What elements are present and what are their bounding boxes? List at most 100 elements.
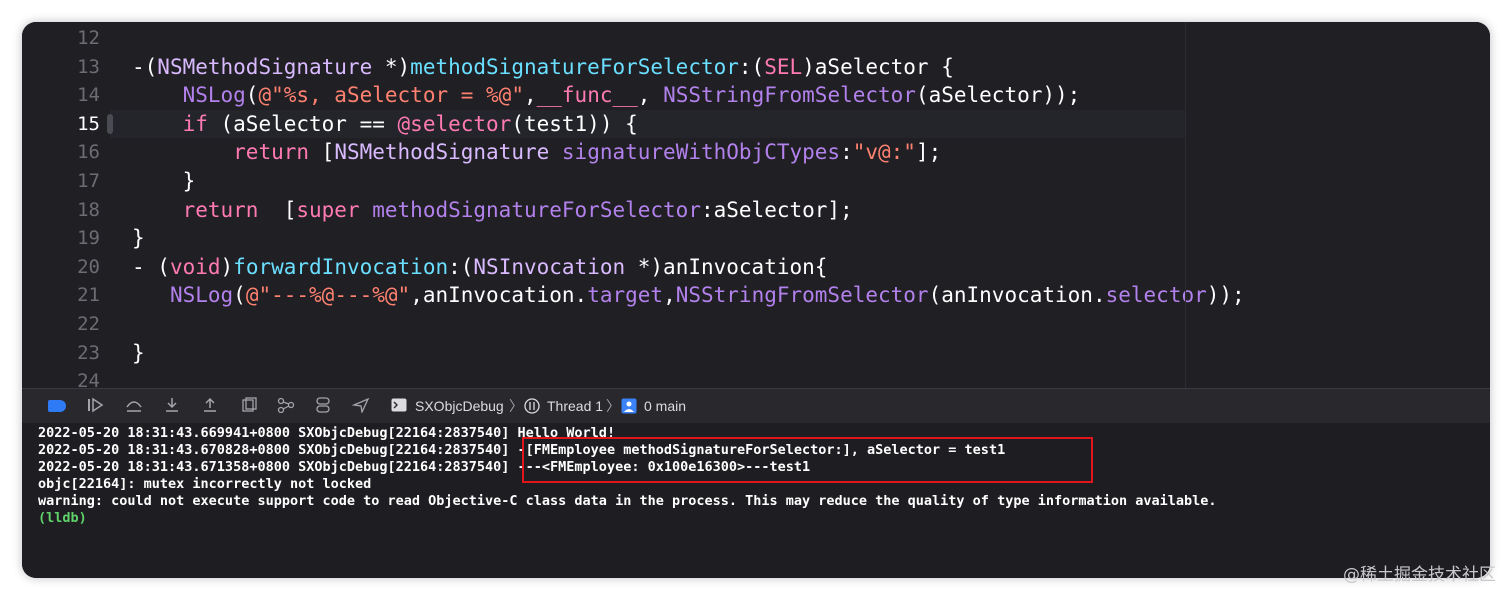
- code-token: [: [309, 140, 335, 165]
- code-token: void: [169, 254, 221, 279]
- code-line[interactable]: NSLog(@"%s, aSelector = %@",__func__, NS…: [132, 81, 1081, 109]
- breadcrumb-target[interactable]: SXObjcDebug: [415, 397, 504, 415]
- code-token: :aSelector];: [700, 197, 853, 222]
- code-token: NSStringFromSelector: [663, 83, 916, 108]
- code-line[interactable]: -(NSMethodSignature *)methodSignatureFor…: [132, 53, 954, 81]
- step-into-icon[interactable]: [162, 397, 182, 415]
- code-token: if: [182, 111, 208, 136]
- code-token: @"%s, aSelector = %@": [258, 83, 524, 108]
- code-token: ): [220, 254, 234, 279]
- line-number[interactable]: 13: [40, 53, 100, 81]
- breakpoints-toggle-icon[interactable]: [48, 400, 66, 412]
- line-number-gutter[interactable]: 12 13 14 15 16 17 18 19 20 21 22 23 24: [22, 22, 112, 388]
- memory-graph-icon[interactable]: [276, 397, 296, 415]
- code-token: ,: [523, 83, 537, 108]
- code-token: (aSelector));: [915, 83, 1081, 108]
- code-token: methodSignatureForSelector: [410, 54, 739, 79]
- code-line[interactable]: NSLog(@"---%@---%@",anInvocation.target,…: [132, 281, 1245, 309]
- code-token: selector: [1105, 283, 1207, 308]
- code-area[interactable]: -(NSMethodSignature *)methodSignatureFor…: [132, 22, 1472, 388]
- stack-frame-user-icon: [621, 398, 637, 414]
- step-over-icon[interactable]: [124, 397, 144, 415]
- minimap-divider: [1185, 22, 1186, 388]
- code-line[interactable]: return [NSMethodSignature signatureWithO…: [132, 138, 941, 166]
- code-token: "v@:": [852, 140, 916, 165]
- line-number[interactable]: 24: [40, 367, 100, 388]
- code-token: NSInvocation: [473, 254, 626, 279]
- code-token: }: [132, 226, 145, 251]
- breadcrumb-separator-icon: 〉: [509, 398, 523, 414]
- step-out-icon[interactable]: [200, 397, 220, 415]
- line-number[interactable]: 20: [40, 253, 100, 281]
- view-hierarchy-icon[interactable]: [239, 397, 259, 415]
- line-number[interactable]: 14: [40, 81, 100, 109]
- code-token: NSMethodSignature: [157, 54, 373, 79]
- code-line[interactable]: }: [132, 224, 145, 252]
- terminal-icon: [391, 398, 407, 414]
- line-number[interactable]: 17: [40, 167, 100, 195]
- line-number[interactable]: 16: [40, 138, 100, 166]
- code-token: :(: [448, 254, 474, 279]
- code-token: super: [296, 197, 360, 222]
- code-token: -(: [132, 54, 158, 79]
- simulate-location-icon[interactable]: [351, 397, 371, 415]
- highlight-annotation-box: [522, 437, 1093, 483]
- code-token: methodSignatureForSelector: [372, 197, 701, 222]
- line-number[interactable]: 15: [40, 110, 100, 138]
- code-token: __func__: [536, 83, 638, 108]
- code-line[interactable]: }: [132, 167, 196, 195]
- code-token: }: [132, 340, 145, 365]
- code-token: *)anInvocation{: [625, 254, 828, 279]
- code-token: ,anInvocation.: [410, 283, 588, 308]
- code-line[interactable]: - (void)forwardInvocation:(NSInvocation …: [132, 253, 827, 281]
- code-token: SEL: [764, 54, 803, 79]
- line-number[interactable]: 22: [40, 310, 100, 338]
- code-token: NSLog: [182, 83, 246, 108]
- code-token: return: [233, 140, 310, 165]
- line-number[interactable]: 19: [40, 224, 100, 252]
- code-token: return: [182, 197, 259, 222]
- debug-console[interactable]: 2022-05-20 18:31:43.669941+0800 SXObjcDe…: [22, 423, 1490, 578]
- code-token: (: [233, 283, 246, 308]
- console-line: warning: could not execute support code …: [38, 493, 1217, 509]
- environment-overrides-icon[interactable]: [313, 397, 333, 415]
- watermark: @稀土掘金技术社区: [1343, 565, 1496, 585]
- line-number[interactable]: 21: [40, 281, 100, 309]
- code-token: signatureWithObjCTypes: [561, 140, 841, 165]
- xcode-window: 12 13 14 15 16 17 18 19 20 21 22 23 24 -(NSMethodSig…: [22, 22, 1490, 578]
- code-token: ];: [915, 140, 942, 165]
- code-token: ,: [637, 83, 664, 108]
- code-token: @selector: [397, 111, 512, 136]
- line-number[interactable]: 18: [40, 196, 100, 224]
- source-editor[interactable]: 12 13 14 15 16 17 18 19 20 21 22 23 24 -(NSMethodSig…: [22, 22, 1490, 388]
- code-token: :(: [738, 54, 765, 79]
- code-token: (test1)) {: [511, 111, 638, 136]
- code-line[interactable]: }: [132, 339, 145, 367]
- code-token: (aSelector ==: [207, 111, 398, 136]
- code-line[interactable]: return [super methodSignatureForSelector…: [132, 196, 853, 224]
- code-token: )aSelector {: [802, 54, 954, 79]
- code-token: NSMethodSignature: [334, 140, 550, 165]
- code-token: NSLog: [169, 283, 234, 308]
- line-number[interactable]: 12: [40, 24, 100, 52]
- code-token: :: [840, 140, 853, 165]
- code-line[interactable]: if (aSelector == @selector(test1)) {: [132, 110, 638, 138]
- code-token: - (: [132, 254, 170, 279]
- lldb-prompt[interactable]: (lldb): [38, 510, 87, 527]
- breadcrumb-frame[interactable]: 0 main: [644, 397, 686, 415]
- code-token: *): [372, 54, 411, 79]
- thread-icon: [524, 398, 540, 414]
- debug-toolbar: SXObjcDebug 〉 Thread 1 〉 0 main: [22, 388, 1490, 424]
- continue-icon[interactable]: [86, 397, 106, 415]
- code-token: (: [245, 83, 259, 108]
- line-number[interactable]: 23: [40, 339, 100, 367]
- code-token: forwardInvocation: [233, 254, 449, 279]
- breadcrumb-thread[interactable]: Thread 1: [547, 397, 603, 415]
